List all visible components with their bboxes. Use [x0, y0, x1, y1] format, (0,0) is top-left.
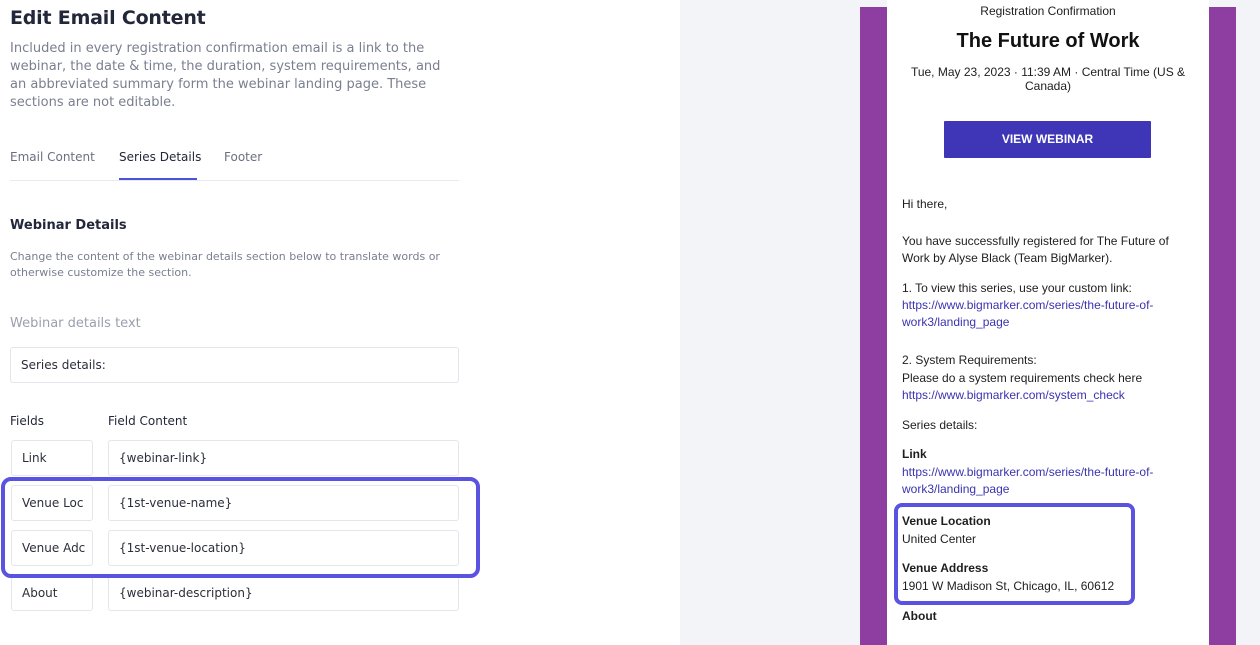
webinar-title: The Future of Work: [956, 30, 1140, 52]
email-greeting: Hi there,: [902, 197, 948, 211]
intro-text: Included in every registration confirmat…: [10, 41, 441, 110]
venue-preview-highlight: [894, 503, 1135, 605]
email-registered-text: You have successfully registered for The…: [902, 234, 1169, 265]
venue-fields-highlight: [1, 477, 480, 578]
tab-footer[interactable]: Footer: [224, 150, 262, 164]
email-custom-link[interactable]: https://www.bigmarker.com/series/the-fut…: [902, 297, 1192, 331]
email-series-link[interactable]: https://www.bigmarker.com/series/the-fut…: [902, 464, 1192, 498]
field-content-input[interactable]: {webinar-link}: [108, 440, 459, 476]
email-content-editor: Edit Email Content Included in every reg…: [0, 0, 680, 645]
email-step1: 1. To view this series, use your custom …: [902, 281, 1132, 295]
email-system-check-link[interactable]: https://www.bigmarker.com/system_check: [902, 387, 1192, 404]
view-webinar-button[interactable]: VIEW WEBINAR: [944, 121, 1151, 158]
email-about-label: About: [902, 609, 937, 623]
webinar-datetime: Tue, May 23, 2023 · 11:39 AM · Central T…: [910, 65, 1186, 93]
active-tab-indicator: [119, 178, 197, 180]
tab-bar: Email Content Series Details Footer: [10, 150, 459, 181]
email-series-details: Series details:: [902, 418, 978, 432]
tab-email-content[interactable]: Email Content: [10, 150, 95, 164]
field-name-input[interactable]: About: [11, 575, 93, 611]
fields-column-header: Fields: [10, 414, 44, 428]
section-title: Webinar Details: [10, 218, 127, 233]
email-step2: 2. System Requirements:: [902, 353, 1037, 367]
field-content-column-header: Field Content: [108, 414, 188, 428]
section-description: Change the content of the webinar detail…: [10, 250, 440, 279]
email-step2-text: Please do a system requirements check he…: [902, 371, 1143, 385]
webinar-details-label: Webinar details text: [10, 316, 141, 331]
email-header: Registration Confirmation: [980, 4, 1116, 18]
email-border-right: [1209, 7, 1236, 645]
tab-series-details[interactable]: Series Details: [119, 150, 201, 164]
webinar-details-input[interactable]: Series details:: [10, 347, 459, 383]
field-name-input[interactable]: Link: [11, 440, 93, 476]
field-content-input[interactable]: {webinar-description}: [108, 575, 459, 611]
email-border-left: [860, 7, 887, 645]
email-link-label: Link: [902, 447, 927, 461]
page-title: Edit Email Content: [10, 7, 206, 29]
